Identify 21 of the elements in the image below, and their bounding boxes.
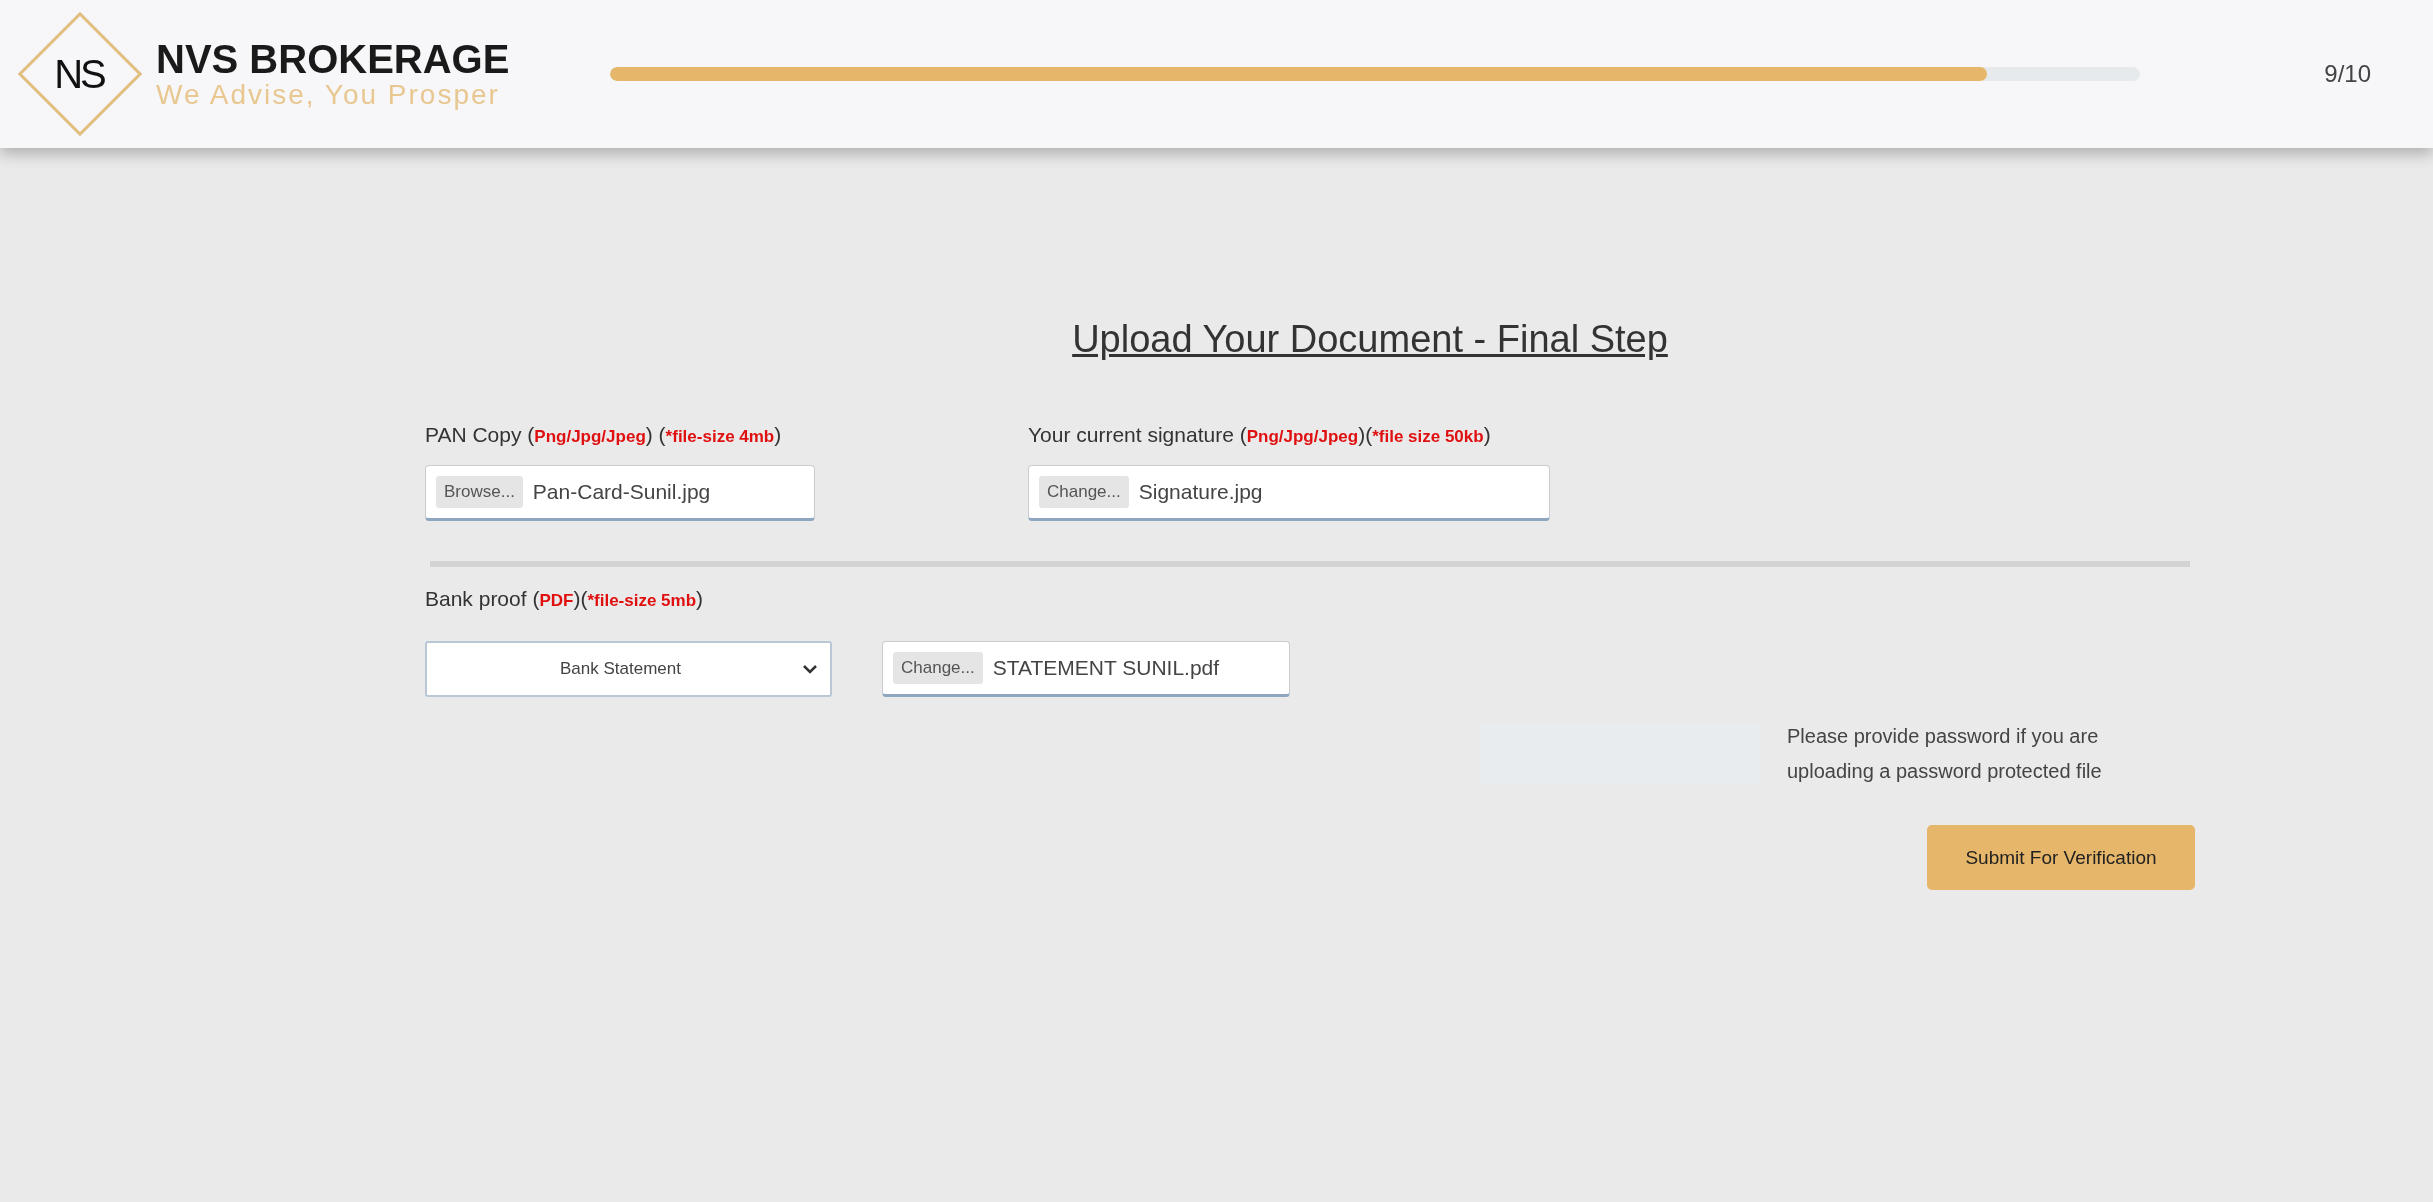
password-help-text: Please provide password if you are uploading a password protected file bbox=[1787, 724, 2103, 784]
submit-button[interactable]: Submit For Verification bbox=[1927, 825, 2195, 890]
brand-name: NVS BROKERAGE bbox=[156, 37, 510, 80]
field-label: Bank proof (PDF)(*file-size 5mb) bbox=[425, 587, 705, 611]
progress-reading: 9/10 bbox=[2324, 60, 2371, 88]
file-input[interactable]: Browse... Pan-Card-Sunil.jpg bbox=[425, 465, 815, 521]
file-name: Signature.jpg bbox=[1138, 480, 1263, 504]
logo-monogram: NS bbox=[53, 51, 106, 97]
field-label: Your current signature (Png/Jpg/Jpeg)(*file size 50kb) bbox=[1028, 423, 1492, 447]
page-title: Upload Your Document - Final Step bbox=[1071, 318, 1668, 361]
file-input[interactable]: Change... STATEMENT SUNIL.pdf bbox=[882, 641, 1290, 697]
file-name: STATEMENT SUNIL.pdf bbox=[992, 656, 1220, 680]
brand-tagline: We Advise, You Prosper bbox=[156, 79, 501, 111]
field-label: PAN Copy (Png/Jpg/Jpeg) (*file-size 4mb) bbox=[425, 423, 783, 447]
file-button[interactable]: Change... bbox=[1039, 476, 1129, 508]
file-name: Pan-Card-Sunil.jpg bbox=[532, 480, 711, 504]
document-type-select[interactable]: Bank Statement bbox=[425, 641, 832, 697]
file-button[interactable]: Browse... bbox=[436, 476, 523, 508]
chevron-down-icon bbox=[802, 664, 818, 674]
file-button[interactable]: Change... bbox=[893, 652, 983, 684]
file-input[interactable]: Change... Signature.jpg bbox=[1028, 465, 1550, 521]
